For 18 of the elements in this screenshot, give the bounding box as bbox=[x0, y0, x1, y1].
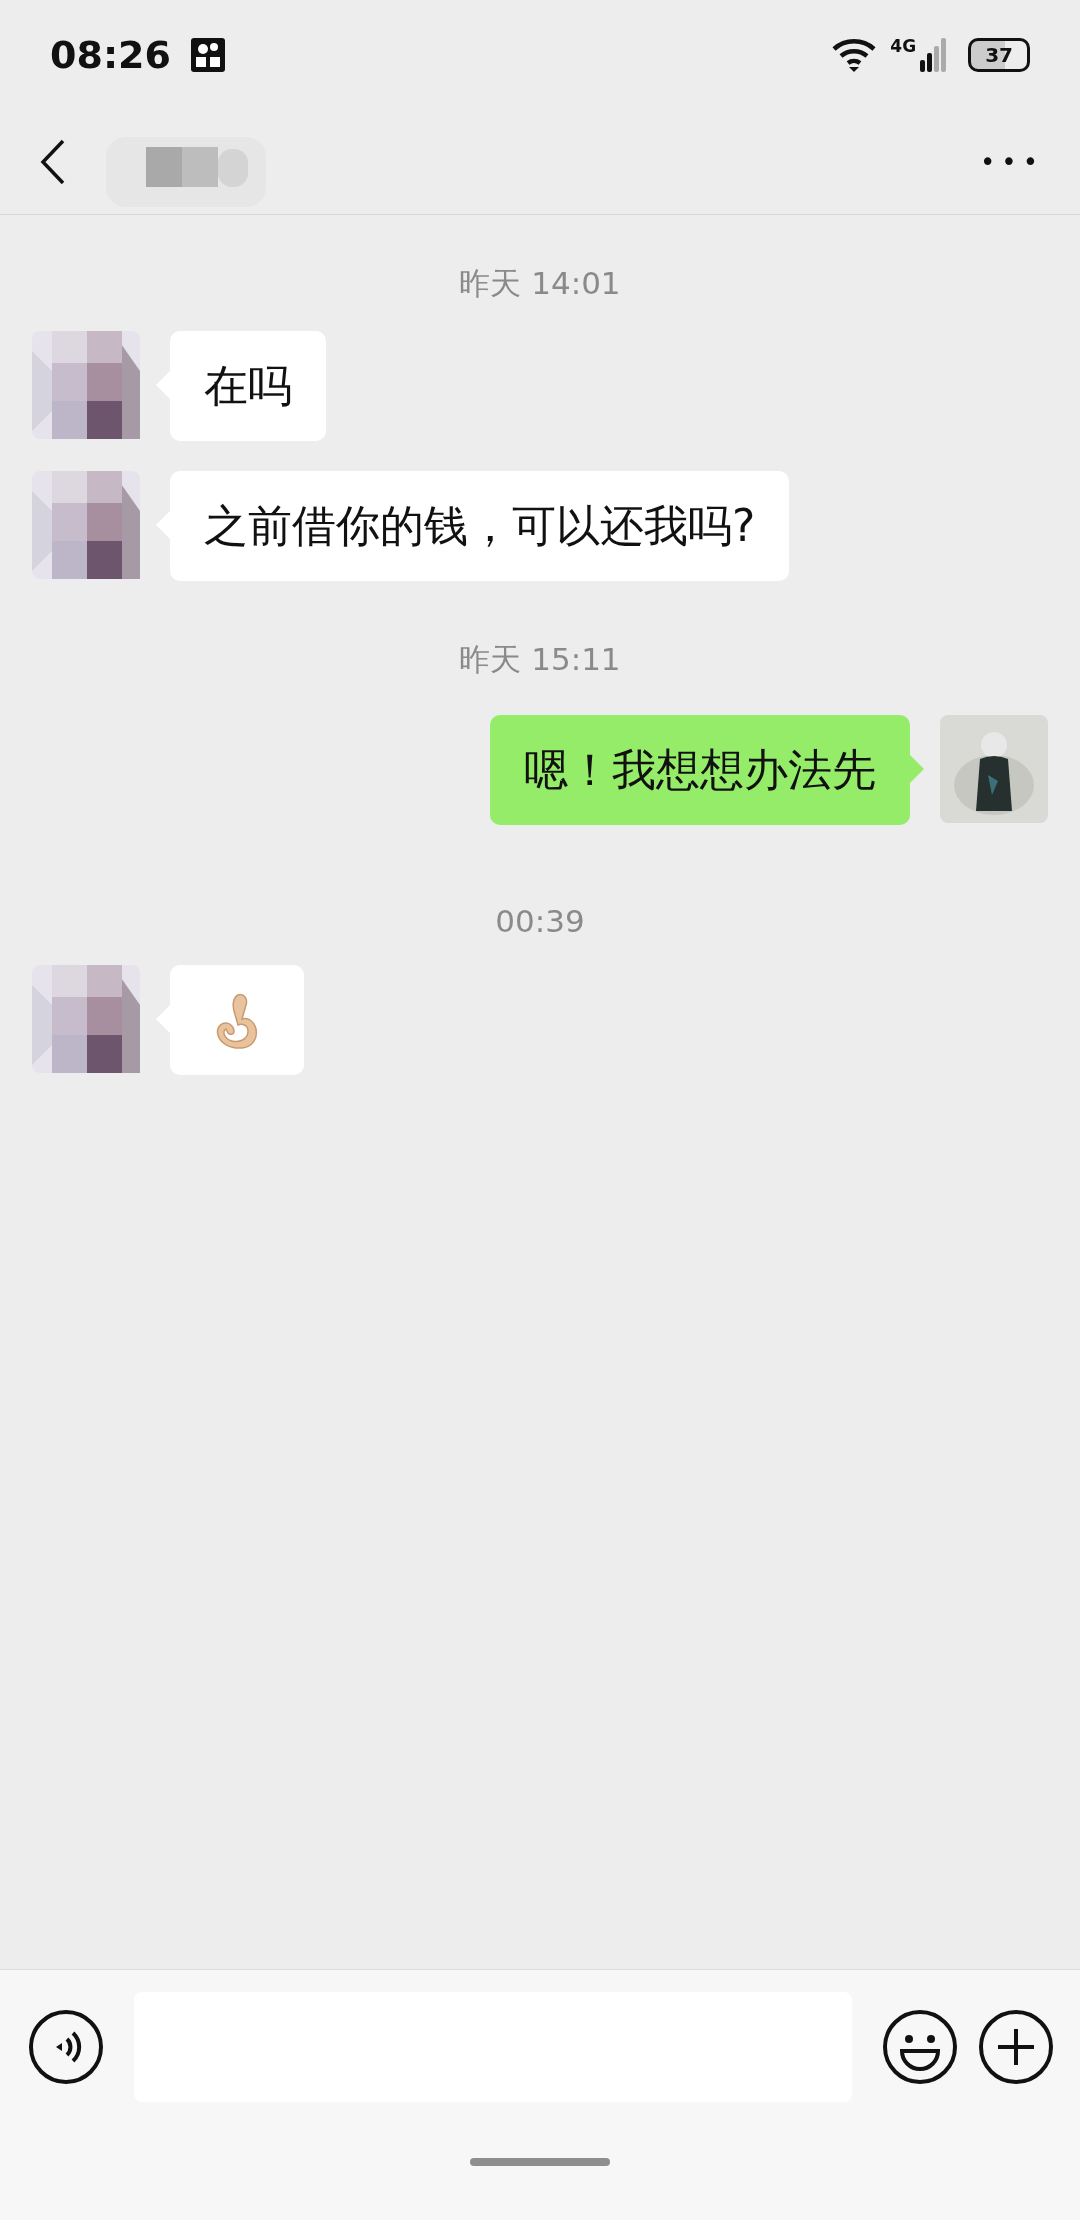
status-time: 08:26 bbox=[50, 33, 171, 77]
emoji-icon[interactable] bbox=[882, 2009, 958, 2085]
more-button[interactable]: ••• bbox=[980, 147, 1044, 177]
voice-icon[interactable] bbox=[28, 2009, 104, 2085]
timestamp: 昨天 14:01 bbox=[459, 264, 621, 303]
back-icon[interactable] bbox=[40, 139, 66, 185]
battery-indicator: 37 bbox=[968, 38, 1030, 72]
bubble-tail bbox=[910, 755, 924, 783]
camera-app-icon bbox=[190, 38, 225, 72]
signal-icon bbox=[920, 38, 947, 72]
message-bubble: 嗯！我想想办法先 bbox=[490, 715, 910, 825]
message-bubble: 之前借你的钱，可以还我吗? bbox=[170, 471, 790, 581]
timestamp: 00:39 bbox=[495, 903, 585, 939]
network-type: 4G bbox=[890, 36, 917, 56]
add-icon[interactable] bbox=[978, 2009, 1054, 2085]
timestamp: 昨天 15:11 bbox=[459, 640, 621, 679]
message-bubble: 在吗 bbox=[170, 331, 326, 441]
wifi-icon bbox=[832, 37, 877, 73]
